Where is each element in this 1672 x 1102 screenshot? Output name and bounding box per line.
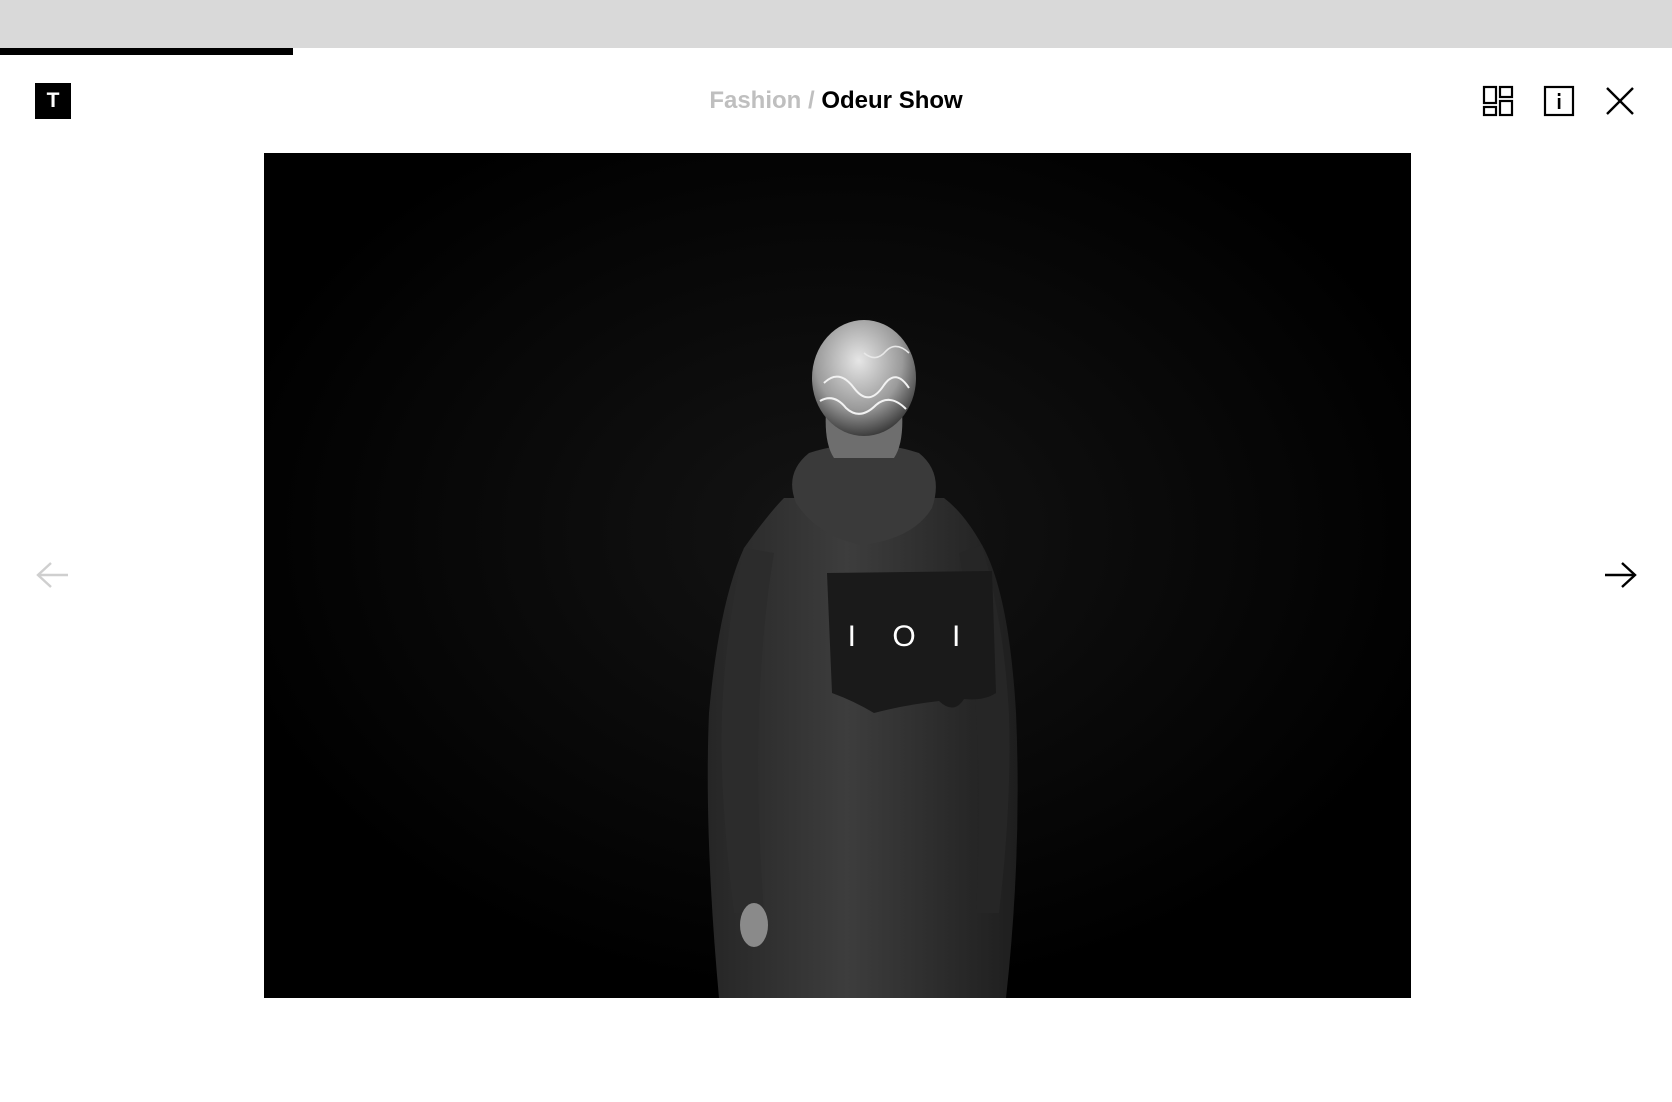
previous-slide-button[interactable] <box>31 555 75 595</box>
progress-track <box>0 48 1672 55</box>
next-slide-button[interactable] <box>1598 555 1642 595</box>
arrow-left-icon <box>36 562 68 588</box>
grid-view-button[interactable] <box>1478 81 1518 121</box>
top-bar <box>0 0 1672 48</box>
progress-bar <box>0 48 293 55</box>
arrow-right-icon <box>1605 562 1637 588</box>
info-icon <box>1543 85 1575 117</box>
patch-text: I O I <box>848 620 975 653</box>
close-icon <box>1606 87 1634 115</box>
breadcrumb: Fashion / Odeur Show <box>0 84 1672 118</box>
close-button[interactable] <box>1600 81 1640 121</box>
page-title: Odeur Show <box>821 87 963 114</box>
grid-icon <box>1482 85 1514 117</box>
photo-figure: I O I <box>264 153 1411 998</box>
info-button[interactable] <box>1539 81 1579 121</box>
slide-photo: I O I <box>264 153 1411 998</box>
breadcrumb-separator: / <box>801 87 822 114</box>
breadcrumb-category[interactable]: Fashion <box>709 87 801 114</box>
